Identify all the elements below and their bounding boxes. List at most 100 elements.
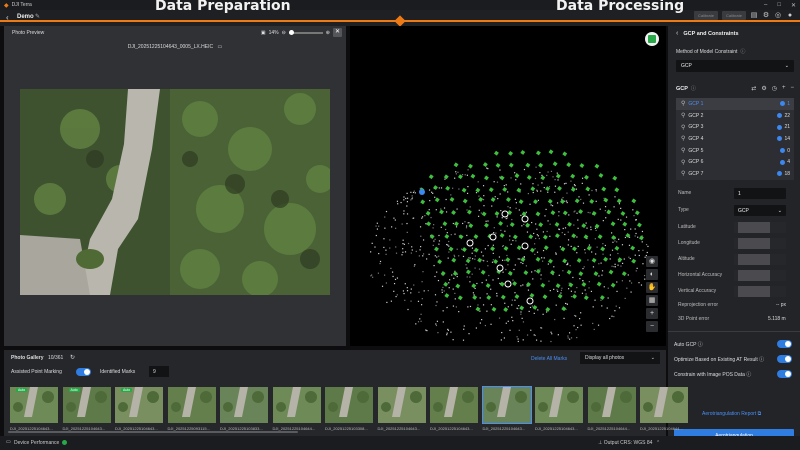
thumbnail-label: DJI_20251225104643... [430,426,473,431]
photo-thumbnail[interactable]: DJI_20251225104644... [640,387,688,431]
step-data-processing[interactable]: Data Processing [556,0,684,14]
pan-icon[interactable]: ✋ [646,282,658,293]
photo-thumbnail[interactable]: Auto DJI_20251225104643... [62,387,111,431]
photo-thumbnail[interactable]: DJI_20251225104644... [272,387,321,431]
zoom-in-viewport-icon[interactable]: + [646,308,658,319]
longitude-field[interactable] [734,238,786,249]
history-icon[interactable]: ◷ [772,85,777,92]
photo-thumbnail[interactable]: Auto DJI_20251225104643... [115,387,163,431]
aerotriangulation-report-link[interactable]: Aerotriangulation Report ⧉ [702,411,761,417]
minimize-icon[interactable]: – [764,2,767,8]
crs-expand-icon[interactable]: ⌃ [656,440,660,446]
gcp-list-item[interactable]: ⚲ GCP 7 18 [676,168,794,180]
photo-filter-select[interactable]: Display all photos ⌄ [580,352,660,364]
auto-badge: Auto [121,388,133,392]
assisted-marking-toggle[interactable] [76,368,91,376]
user-icon[interactable]: ● [786,12,794,20]
globe-icon[interactable]: ◎ [774,12,782,20]
close-preview-button[interactable]: ✕ [333,28,342,37]
rotate-icon[interactable]: ◐ [646,269,658,280]
gcp-list-item[interactable]: ⚲ GCP 5 0 [676,145,794,157]
gcp-list-item[interactable]: ⚲ GCP 3 21 [676,121,794,133]
app-logo-icon: ◆ [4,2,9,9]
refresh-icon[interactable]: ↻ [70,354,75,361]
gcp-mark-count: 4 [787,159,790,166]
layers-icon[interactable]: ▦ [646,295,658,306]
gcp-list-item[interactable]: ⚲ GCP 1 1 [676,98,794,110]
zoom-out-icon[interactable]: ⊖ [282,30,286,36]
type-select[interactable]: GCP ⌄ [734,205,786,216]
gcp-number: 3 [700,124,704,131]
photo-thumbnail[interactable]: DJI_20251225104644... [587,387,636,431]
import-icon[interactable]: ⇄ [751,85,756,92]
gcp-info-icon[interactable]: ⓘ [691,85,696,92]
gcp-list-item[interactable]: ⚲ GCP 2 22 [676,110,794,122]
add-gcp-icon[interactable]: + [782,85,786,92]
photo-thumbnail[interactable]: Auto DJI_20251225104643... [10,387,58,431]
gcp-name: GCP [688,112,700,119]
device-performance[interactable]: Device Performance [14,440,59,446]
photo-preview-pane: Photo Preview ▣ 14% ⊖ ⊕ ✕ DJI_2025122510… [4,26,346,346]
name-field[interactable]: 1 [734,188,786,199]
location-pin-icon: ⚲ [681,159,686,166]
vertical-accuracy-label: Vertical Accuracy [678,288,717,294]
photo-thumbnail[interactable]: DJI_20251225093115... [167,387,216,431]
minimap-button[interactable] [645,32,659,46]
edit-icon[interactable]: ✎ [35,13,40,20]
photo-thumbnail[interactable]: DJI_20251225104643... [481,386,532,431]
location-pin-icon: ⚲ [681,101,686,108]
performance-status-dot [62,440,67,445]
maximize-icon[interactable]: □ [777,2,781,8]
zoom-slider[interactable] [288,29,323,35]
location-pin-icon: ⚲ [681,136,686,143]
top-toolbar: Calibrate Calibrate ▤ ⚙ ◎ ● [693,11,794,20]
calibrate-button-2[interactable]: Calibrate [721,11,746,20]
constrain-label: Constrain with Image POS Data ⓘ [674,372,752,378]
camera-view-icon[interactable]: ◉ [646,256,658,267]
photo-filter-value: Display all photos [585,355,625,361]
horizontal-accuracy-field[interactable] [734,270,786,281]
gcp-mark-count: 0 [787,147,790,154]
photo-thumbnail[interactable]: DJI_20251225104643... [430,387,478,431]
gallery-scrollbar[interactable] [8,431,298,433]
3d-point-error-label: 3D Point error [678,316,710,322]
mark-count-dot [777,113,783,119]
chevron-down-icon: ⌄ [784,63,789,69]
method-select[interactable]: GCP ⌄ [676,60,794,72]
photo-thumbnail[interactable]: DJI_20251225103308... [325,387,373,431]
info-icon[interactable]: ⓘ [740,48,745,55]
aerial-photo[interactable] [20,89,330,295]
gcp-list-item[interactable]: ⚲ GCP 4 14 [676,133,794,145]
gcp-number: 1 [700,100,704,107]
optimize-toggle[interactable] [777,355,792,363]
point-cloud-speckle [370,166,649,343]
mark-count-dot [777,171,783,177]
photo-thumbnail[interactable]: DJI_20251225103833... [220,387,268,431]
auto-badge: Auto [68,388,80,392]
delete-all-marks-link[interactable]: Delete All Marks [531,356,567,362]
point-cloud-viewport[interactable] [350,26,666,346]
assisted-marking-label: Assisted Point Marking [11,369,62,375]
vertical-accuracy-field[interactable] [734,286,786,297]
panel-back-icon[interactable]: ‹ [676,30,678,37]
gcp-list-item[interactable]: ⚲ GCP 6 4 [676,156,794,168]
latitude-field[interactable] [734,222,786,233]
fit-icon[interactable]: ▣ [261,30,266,36]
zoom-in-icon[interactable]: ⊕ [326,30,330,36]
remove-gcp-icon[interactable]: − [790,85,794,92]
photo-thumbnail[interactable]: DJI_20251225104643... [377,387,426,431]
gcp-number: 7 [700,170,704,177]
photo-thumbnail[interactable]: DJI_20251225104643... [535,387,583,431]
auto-gcp-toggle[interactable] [777,340,792,348]
close-window-icon[interactable]: ✕ [791,2,796,9]
settings-gcp-icon[interactable]: ⚙ [761,85,766,92]
output-crs[interactable]: ⊥ Output CRS: WGS 84 [598,440,652,446]
document-icon[interactable]: ▤ [750,12,758,20]
altitude-field[interactable] [734,254,786,265]
settings-icon[interactable]: ⚙ [762,12,770,20]
constrain-toggle[interactable] [777,370,792,378]
folder-icon[interactable]: ▭ [218,44,223,50]
calibrate-button-1[interactable]: Calibrate [693,11,718,20]
zoom-out-viewport-icon[interactable]: − [646,321,658,332]
step-data-preparation[interactable]: Data Preparation [155,0,291,14]
